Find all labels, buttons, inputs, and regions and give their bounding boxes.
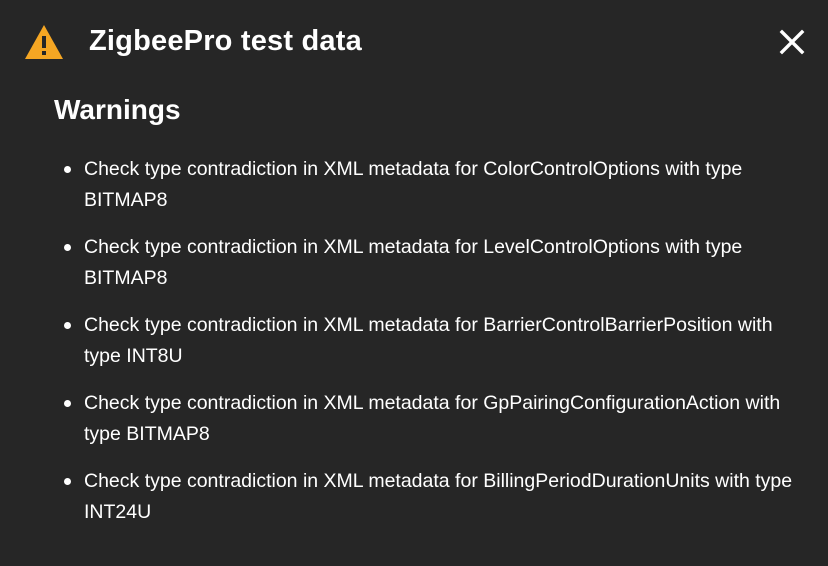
close-x-icon	[774, 29, 810, 64]
warnings-heading: Warnings	[54, 94, 181, 125]
close-button[interactable]	[774, 24, 810, 60]
warning-item: Check type contradiction in XML metadata…	[54, 466, 808, 528]
warning-text: Check type contradiction in XML metadata…	[84, 470, 793, 523]
dialog-header: ZigbeePro test data	[0, 0, 828, 84]
warning-text: Check type contradiction in XML metadata…	[84, 236, 743, 289]
dialog-content: Warnings Check type contradiction in XML…	[54, 92, 814, 544]
bullet	[64, 244, 71, 251]
warnings-dialog: ZigbeePro test data Warnings Check type …	[0, 0, 828, 566]
bullet	[64, 322, 71, 329]
bullet	[64, 400, 71, 407]
warning-item: Check type contradiction in XML metadata…	[54, 310, 808, 372]
warning-text: Check type contradiction in XML metadata…	[84, 158, 743, 211]
warning-item: Check type contradiction in XML metadata…	[54, 154, 808, 216]
bullet	[64, 478, 71, 485]
warning-text: Check type contradiction in XML metadata…	[84, 314, 773, 367]
warning-item: Check type contradiction in XML metadata…	[54, 232, 808, 294]
warning-item: Check type contradiction in XML metadata…	[54, 388, 808, 450]
dialog-title: ZigbeePro test data	[89, 25, 362, 57]
warning-triangle-icon	[24, 24, 64, 60]
warning-list: Check type contradiction in XML metadata…	[54, 154, 814, 528]
bullet	[64, 166, 71, 173]
warning-text: Check type contradiction in XML metadata…	[84, 392, 781, 445]
